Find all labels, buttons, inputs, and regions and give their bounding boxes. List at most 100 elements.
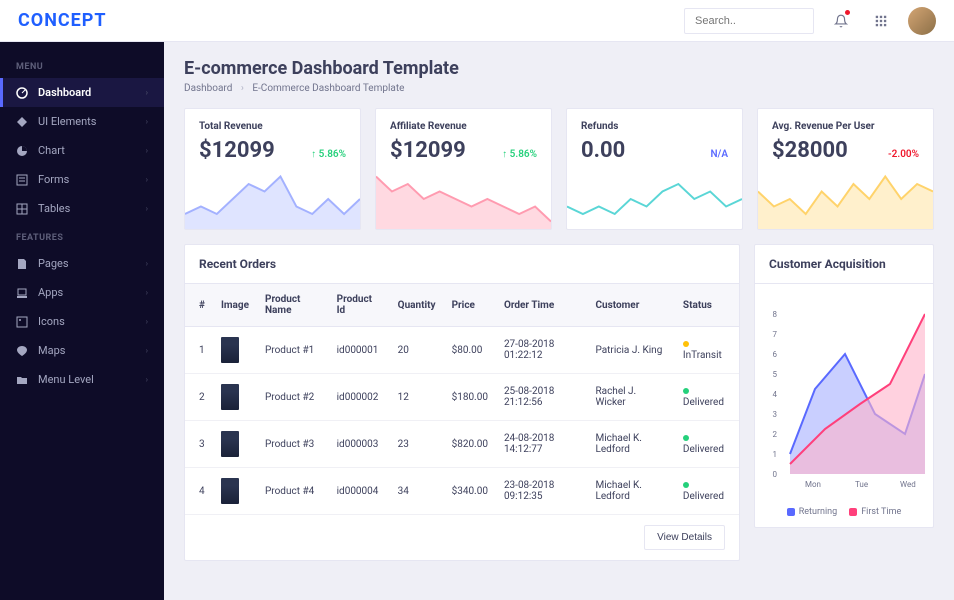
sidebar-item-icons[interactable]: Icons› bbox=[0, 307, 164, 336]
order-time: 23-08-2018 09:12:35 bbox=[496, 468, 588, 515]
product-name: Product #4 bbox=[257, 468, 329, 515]
stat-label: Affiliate Revenue bbox=[390, 121, 537, 132]
stat-label: Refunds bbox=[581, 121, 728, 132]
chevron-right-icon: › bbox=[146, 288, 148, 297]
sidebar-item-ui-elements[interactable]: UI Elements › bbox=[0, 107, 164, 136]
order-time: 25-08-2018 21:12:56 bbox=[496, 374, 588, 421]
table-icon bbox=[16, 203, 28, 215]
brand-logo[interactable]: CONCEPT bbox=[18, 10, 107, 31]
status: Delivered bbox=[675, 374, 739, 421]
sidebar-item-dashboard[interactable]: Dashboard › bbox=[0, 78, 164, 107]
table-row[interactable]: 2Product #2id00000212$180.0025-08-2018 2… bbox=[185, 374, 739, 421]
sparkline-chart bbox=[376, 169, 551, 229]
chevron-right-icon: › bbox=[146, 88, 148, 97]
recent-orders-card: Recent Orders #ImageProduct NameProduct … bbox=[184, 244, 740, 561]
stat-change: N/A bbox=[710, 149, 728, 160]
sidebar-item-label: Pages bbox=[38, 257, 69, 270]
legend-item: First Time bbox=[849, 507, 901, 517]
status-dot-icon bbox=[683, 388, 689, 394]
stats-row: Total Revenue$12099↑ 5.86%Affiliate Reve… bbox=[184, 108, 934, 230]
chevron-right-icon: › bbox=[146, 117, 148, 126]
sidebar: MENUDashboard›UI Elements›Chart›Forms›Ta… bbox=[0, 42, 164, 600]
column-header: Order Time bbox=[496, 284, 588, 327]
column-header: Customer bbox=[587, 284, 674, 327]
row-index: 1 bbox=[185, 327, 213, 374]
stat-value: $12099 bbox=[390, 138, 466, 163]
sidebar-item-label: Forms bbox=[38, 173, 69, 186]
customer: Michael K. Ledford bbox=[587, 421, 674, 468]
stat-value: 0.00 bbox=[581, 138, 625, 163]
legend-label: First Time bbox=[861, 507, 901, 517]
chevron-right-icon: › bbox=[146, 175, 148, 184]
laptop-icon bbox=[16, 287, 28, 299]
stat-card: Avg. Revenue Per User $28000 -2.00% bbox=[757, 108, 934, 230]
order-time: 24-08-2018 14:12:77 bbox=[496, 421, 588, 468]
chevron-right-icon: › bbox=[146, 346, 148, 355]
folder-icon bbox=[16, 374, 28, 386]
sidebar-item-apps[interactable]: Apps› bbox=[0, 278, 164, 307]
file-icon bbox=[16, 258, 28, 270]
quantity: 23 bbox=[390, 421, 444, 468]
sidebar-item-label: Dashboard bbox=[38, 86, 91, 99]
svg-text:4: 4 bbox=[773, 390, 778, 399]
sidebar-item-label: UI Elements bbox=[38, 115, 96, 128]
customer: Rachel J. Wicker bbox=[587, 374, 674, 421]
orders-table: #ImageProduct NameProduct IdQuantityPric… bbox=[185, 284, 739, 515]
table-row[interactable]: 4Product #4id00000434$340.0023-08-2018 0… bbox=[185, 468, 739, 515]
svg-text:2: 2 bbox=[773, 430, 778, 439]
svg-text:8: 8 bbox=[773, 310, 778, 319]
status-dot-icon bbox=[683, 435, 689, 441]
sidebar-item-tables[interactable]: Tables› bbox=[0, 194, 164, 223]
sidebar-item-maps[interactable]: Maps› bbox=[0, 336, 164, 365]
quantity: 20 bbox=[390, 327, 444, 374]
customer: Patricia J. King bbox=[587, 327, 674, 374]
notifications-button[interactable] bbox=[828, 8, 854, 34]
sidebar-item-chart[interactable]: Chart› bbox=[0, 136, 164, 165]
view-details-button[interactable]: View Details bbox=[644, 525, 725, 550]
chevron-right-icon: › bbox=[146, 259, 148, 268]
price: $180.00 bbox=[444, 374, 496, 421]
apps-grid-button[interactable] bbox=[868, 8, 894, 34]
sparkline-chart bbox=[567, 169, 742, 229]
svg-text:Mon: Mon bbox=[805, 480, 821, 489]
product-id: id000004 bbox=[329, 468, 390, 515]
row-index: 2 bbox=[185, 374, 213, 421]
legend-swatch-icon bbox=[787, 508, 795, 516]
table-row[interactable]: 1Product #1id00000120$80.0027-08-2018 01… bbox=[185, 327, 739, 374]
stat-label: Avg. Revenue Per User bbox=[772, 121, 919, 132]
sidebar-item-forms[interactable]: Forms › bbox=[0, 165, 164, 194]
breadcrumb-item[interactable]: Dashboard bbox=[184, 83, 232, 94]
chevron-right-icon: › bbox=[146, 317, 148, 326]
product-name: Product #3 bbox=[257, 421, 329, 468]
svg-text:6: 6 bbox=[773, 350, 778, 359]
stat-change: -2.00% bbox=[888, 149, 919, 160]
topbar: CONCEPT bbox=[0, 0, 954, 42]
quantity: 34 bbox=[390, 468, 444, 515]
chevron-right-icon: › bbox=[146, 375, 148, 384]
column-header: Product Id bbox=[329, 284, 390, 327]
stat-card: Refunds 0.00 N/A bbox=[566, 108, 743, 230]
price: $80.00 bbox=[444, 327, 496, 374]
acquisition-card-title: Customer Acquisition bbox=[755, 245, 933, 284]
column-header: Image bbox=[213, 284, 257, 327]
table-row[interactable]: 3Product #3id00000323$820.0024-08-2018 1… bbox=[185, 421, 739, 468]
img-icon bbox=[16, 316, 28, 328]
breadcrumb: Dashboard › E-Commerce Dashboard Templat… bbox=[184, 83, 934, 94]
column-header: Product Name bbox=[257, 284, 329, 327]
search-input[interactable] bbox=[684, 8, 814, 34]
legend-item: Returning bbox=[787, 507, 837, 517]
status: Delivered bbox=[675, 421, 739, 468]
acquisition-legend: Returning First Time bbox=[755, 507, 933, 527]
column-header: Quantity bbox=[390, 284, 444, 327]
product-id: id000001 bbox=[329, 327, 390, 374]
status-dot-icon bbox=[683, 482, 689, 488]
customer-acquisition-card: Customer Acquisition 012345678 Mon Tue W… bbox=[754, 244, 934, 528]
user-avatar[interactable] bbox=[908, 7, 936, 35]
price: $340.00 bbox=[444, 468, 496, 515]
order-time: 27-08-2018 01:22:12 bbox=[496, 327, 588, 374]
breadcrumb-item: E-Commerce Dashboard Template bbox=[252, 83, 404, 94]
svg-text:3: 3 bbox=[773, 410, 778, 419]
stat-value: $28000 bbox=[772, 138, 848, 163]
sidebar-item-menu-level[interactable]: Menu Level› bbox=[0, 365, 164, 394]
sidebar-item-pages[interactable]: Pages › bbox=[0, 249, 164, 278]
